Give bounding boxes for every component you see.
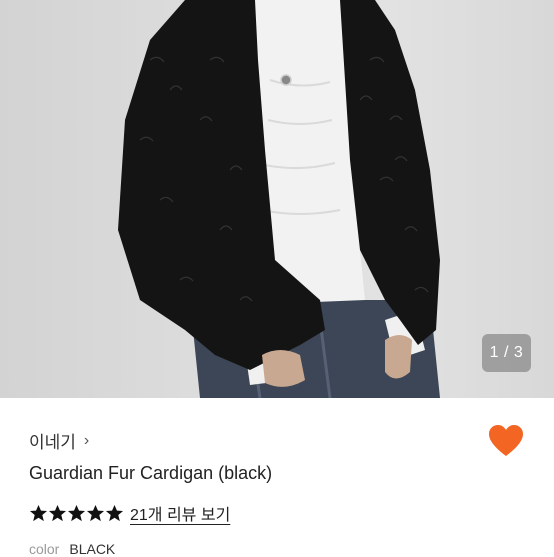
product-info: 이네기 › Guardian Fur Cardigan (black) 21개 …	[0, 398, 554, 557]
product-photo	[118, 0, 440, 398]
chevron-right-icon: ›	[83, 431, 90, 449]
rating-row: 21개 리뷰 보기	[29, 501, 230, 525]
heart-icon[interactable]	[488, 424, 524, 458]
shop-link[interactable]: 이네기 ›	[29, 428, 89, 453]
shop-name: 이네기	[29, 433, 76, 452]
star-icon	[86, 504, 105, 521]
product-title: Guardian Fur Cardigan (black)	[29, 463, 273, 483]
star-icon	[48, 504, 67, 521]
star-icon	[67, 504, 86, 521]
color-value: BLACK	[69, 541, 116, 557]
color-label: color	[29, 541, 60, 557]
color-option: color BLACK	[29, 541, 115, 557]
image-counter: 1 / 3	[482, 334, 531, 372]
star-icon	[29, 504, 48, 521]
star-icon	[105, 504, 124, 521]
product-image-gallery[interactable]: 1 / 3	[0, 0, 554, 398]
star-rating	[29, 504, 124, 523]
review-link[interactable]: 21개 리뷰 보기	[130, 501, 230, 525]
